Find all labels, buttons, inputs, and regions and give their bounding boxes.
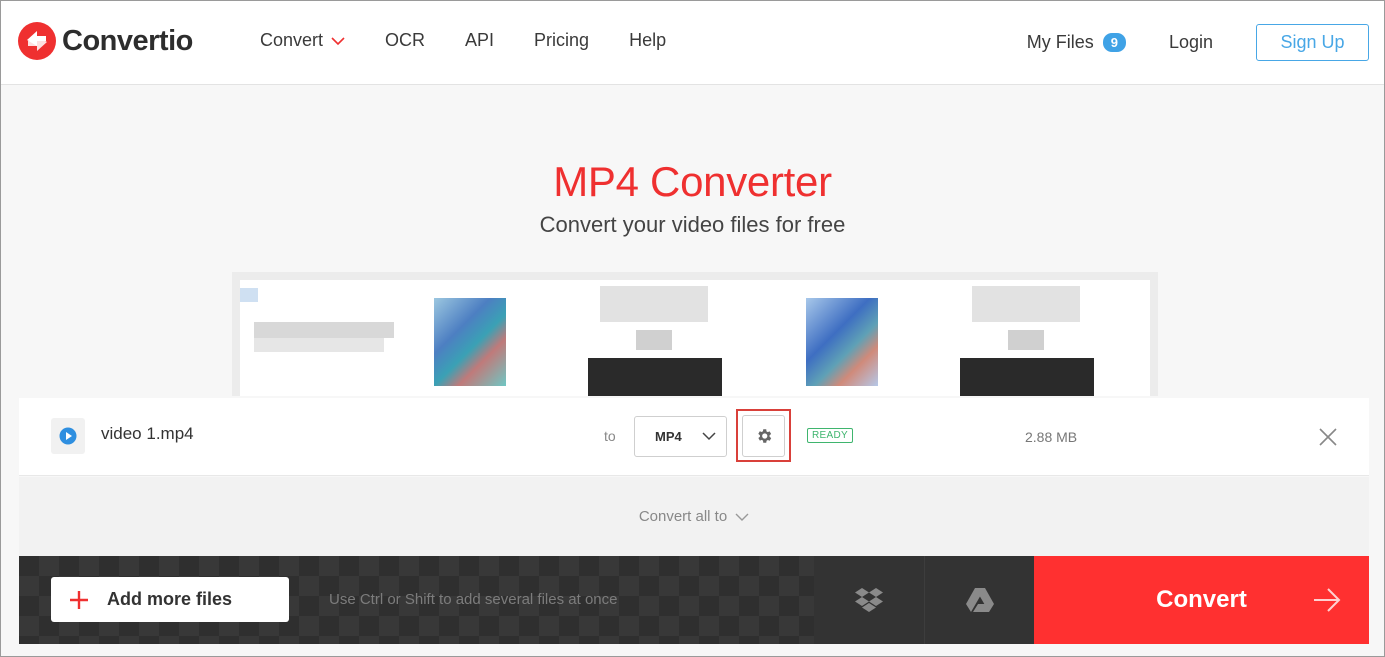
signup-button[interactable]: Sign Up [1256,24,1369,61]
nav-pricing[interactable]: Pricing [534,30,589,51]
nav-convert[interactable]: Convert [260,30,345,51]
brand-logo[interactable]: Convertio [18,22,193,60]
target-format-select[interactable]: MP4 [634,416,727,457]
page-subtitle: Convert your video files for free [539,212,846,237]
settings-highlight [736,409,791,462]
to-label: to [604,428,616,444]
nav-ocr[interactable]: OCR [385,30,425,51]
login-link[interactable]: Login [1169,32,1213,53]
page-title: MP4 Converter [553,158,832,205]
multi-select-hint: Use Ctrl or Shift to add several files a… [329,591,618,608]
file-row: video 1.mp4 to MP4 READY 2.88 MB [19,398,1369,476]
google-drive-icon [965,588,994,612]
play-circle-icon [59,427,77,445]
convertio-logo-icon [18,22,56,60]
nav-api[interactable]: API [465,30,494,51]
site-header: Convertio Convert OCR API Pricing Help M… [0,0,1385,85]
add-more-files-label: Add more files [107,589,233,609]
dropbox-button[interactable] [814,556,924,644]
convert-all-label: Convert all to [638,508,728,525]
chevron-down-icon [735,513,749,521]
file-count-badge: 9 [1102,33,1126,52]
action-bar: Add more files Use Ctrl or Shift to add … [19,556,1369,644]
pixelated-banner-image [232,272,1158,396]
plus-icon [70,590,88,609]
gear-icon [757,428,771,443]
my-files-label: My Files [1026,32,1094,52]
main-nav: Convert OCR API Pricing Help [260,30,706,51]
add-more-files-button[interactable]: Add more files [51,577,289,622]
arrow-right-icon [1314,588,1341,612]
my-files-link[interactable]: My Files 9 [1027,32,1126,53]
nav-help[interactable]: Help [629,30,666,51]
nav-convert-label: Convert [260,30,324,50]
file-type-badge [51,418,85,454]
chevron-down-icon [702,432,716,441]
dropbox-icon [855,588,883,612]
account-nav: My Files 9 Login Sign Up [1027,24,1369,61]
status-badge: READY [807,428,853,443]
file-name: video 1.mp4 [101,424,194,443]
convert-label: Convert [1156,586,1247,613]
convert-button[interactable]: Convert [1034,556,1369,644]
target-format-value: MP4 [655,429,682,444]
google-drive-button[interactable] [924,556,1034,644]
file-size: 2.88 MB [1025,429,1078,445]
close-icon[interactable] [1317,426,1339,448]
chevron-down-icon [331,36,345,45]
brand-name: Convertio [62,24,193,57]
convert-all-dropdown[interactable]: Convert all to [19,477,1369,556]
settings-button[interactable] [742,414,785,457]
